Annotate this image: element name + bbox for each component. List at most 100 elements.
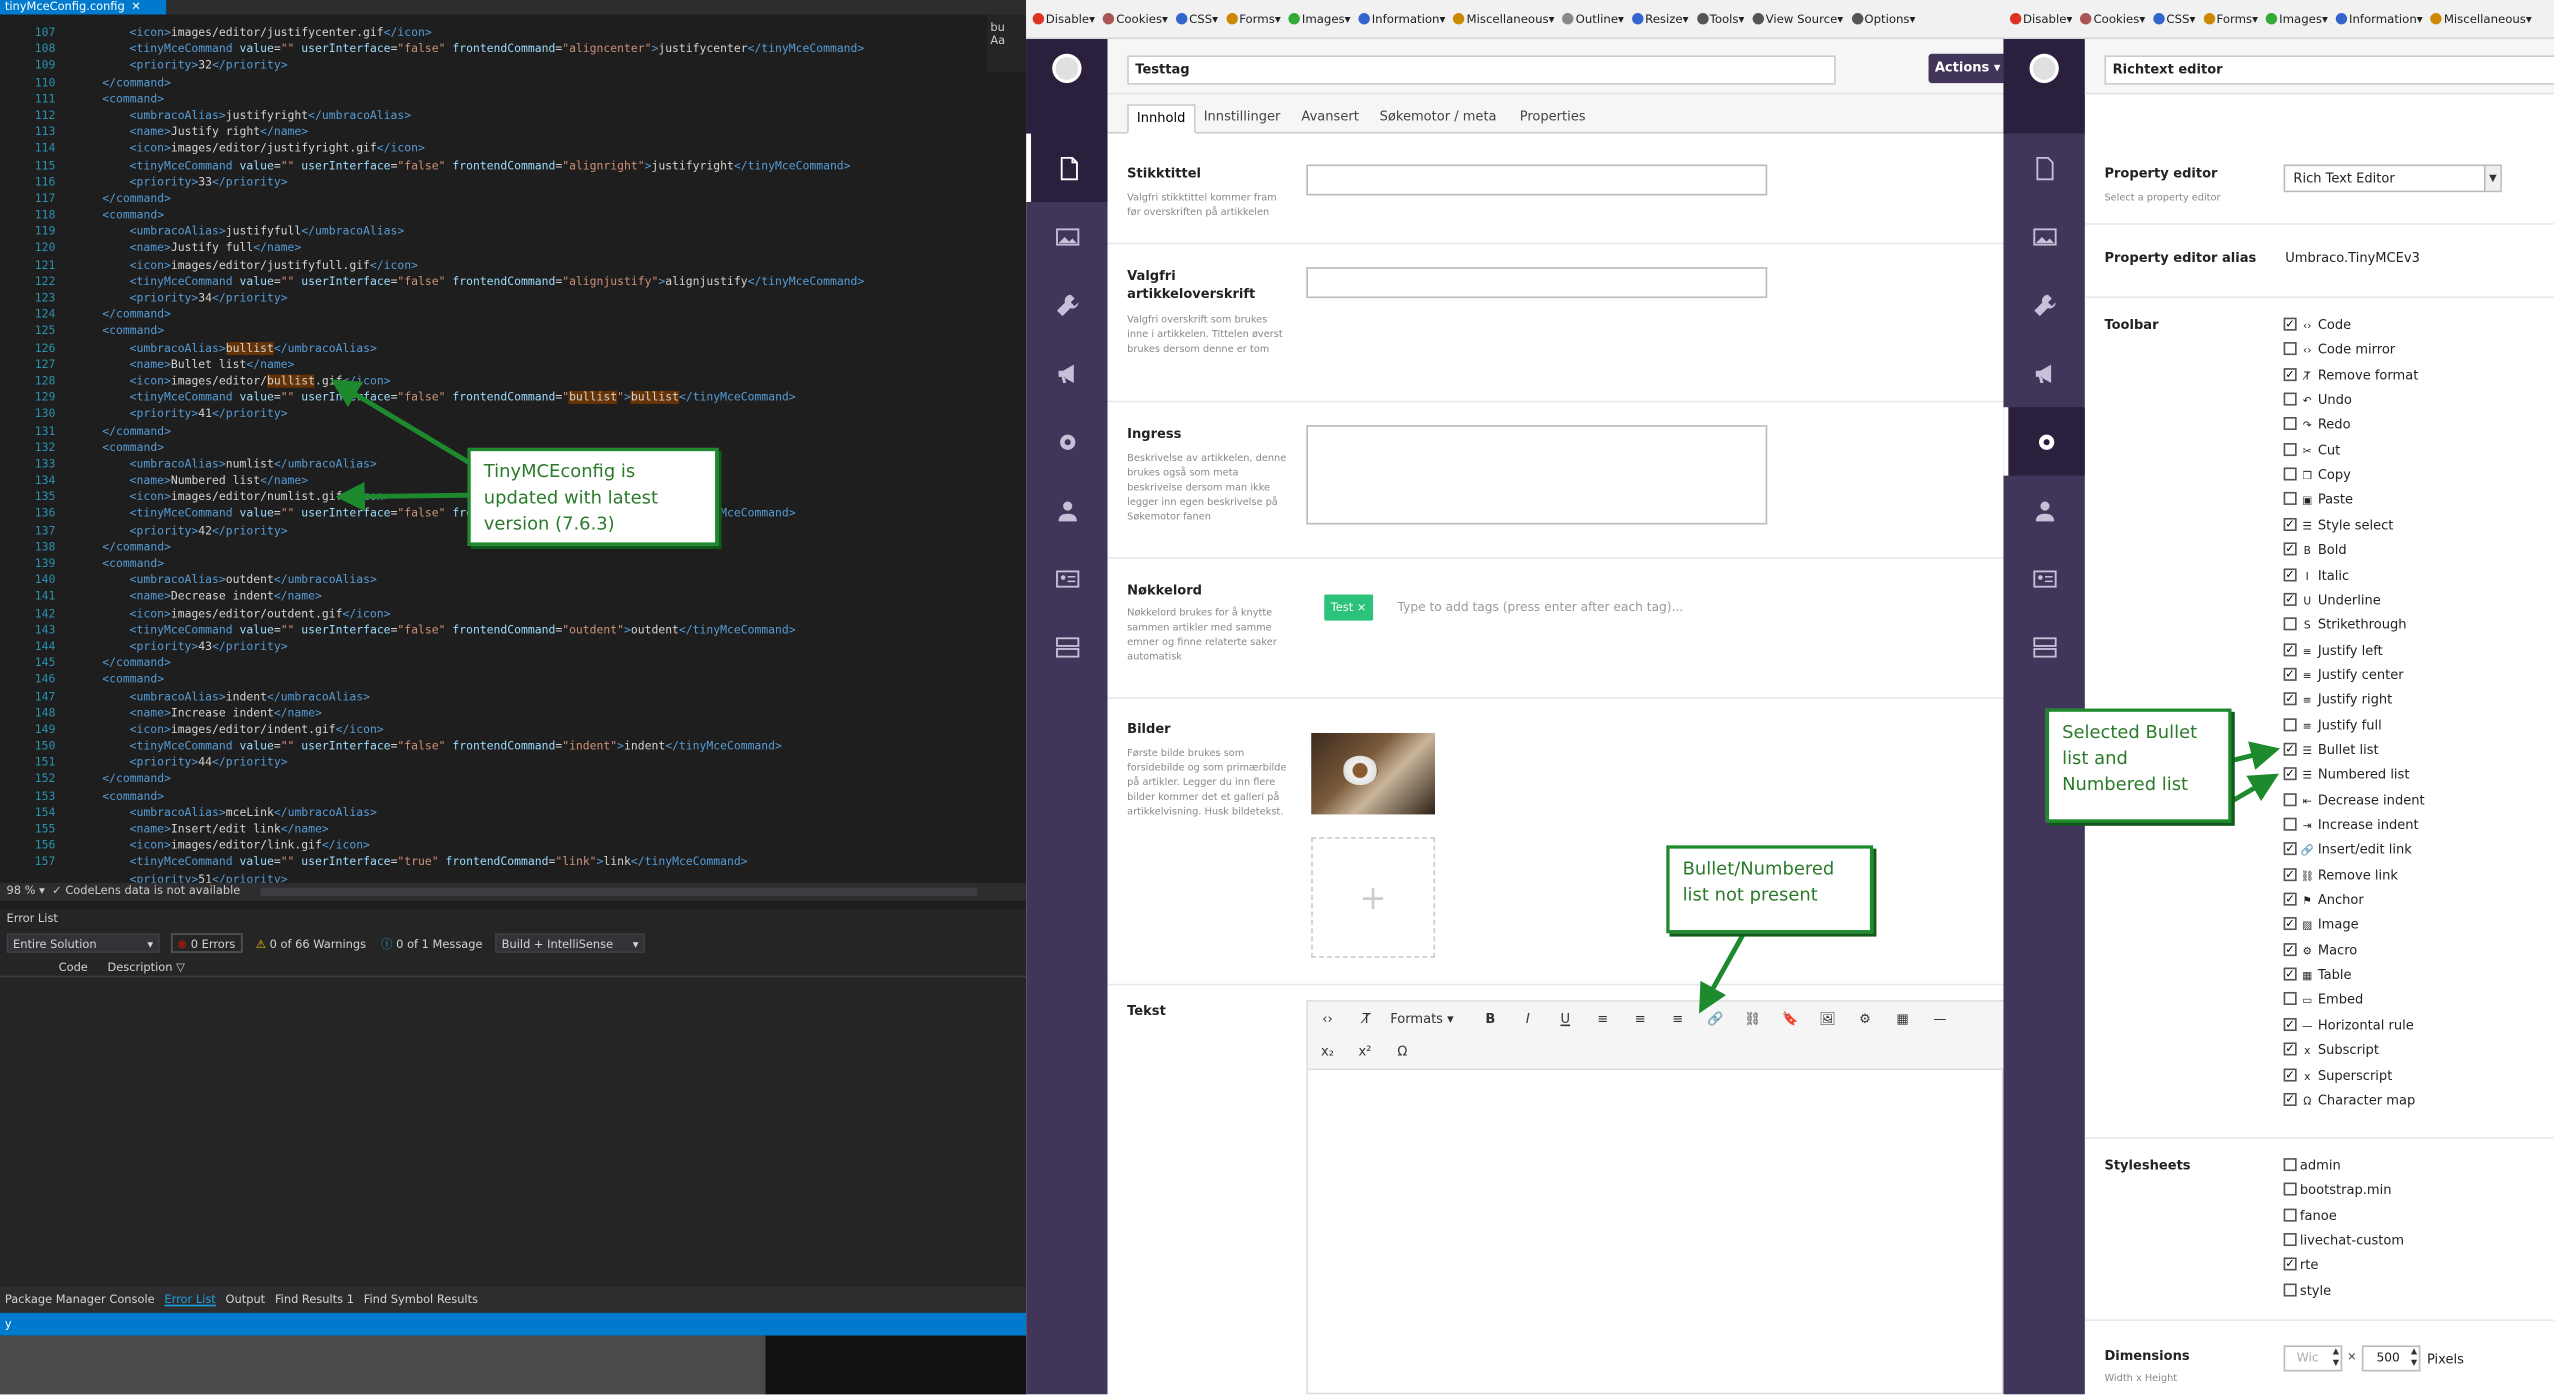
- checkbox-row-admin[interactable]: admin: [2283, 1156, 2341, 1176]
- tags-editor[interactable]: Test × Type to add tags (press enter aft…: [1306, 583, 2007, 632]
- checkbox[interactable]: [2283, 392, 2297, 406]
- code-line[interactable]: <icon>images/editor/indent.gif</icon>: [75, 721, 987, 738]
- checkbox-row-numbered-list[interactable]: ☰ Numbered list: [2283, 764, 2409, 786]
- toolbar-menu-disable[interactable]: Disable▾: [1032, 11, 1095, 26]
- code-line[interactable]: <umbracoAlias>justifyfull</umbracoAlias>: [75, 224, 987, 241]
- rte-align-right-icon[interactable]: ≡: [1665, 1008, 1691, 1031]
- checkbox[interactable]: [2283, 617, 2297, 631]
- stikktittel-input[interactable]: [1306, 164, 1768, 196]
- code-line[interactable]: <name>Insert/edit link</name>: [75, 821, 987, 838]
- checkbox[interactable]: [2283, 564, 2297, 584]
- forms-icon[interactable]: [2003, 612, 2084, 680]
- code-line[interactable]: <tinyMceCommand value="" userInterface="…: [75, 273, 987, 290]
- checkbox-row-italic[interactable]: I Italic: [2283, 564, 2349, 586]
- users-icon[interactable]: [2003, 476, 2084, 544]
- toolbar-menu-css[interactable]: CSS▾: [1176, 11, 1218, 26]
- build-filter-select[interactable]: Build + IntelliSense ▾: [495, 933, 646, 953]
- code-line[interactable]: <priority>32</priority>: [75, 58, 987, 75]
- checkbox-row-justify-full[interactable]: ≡ Justify full: [2283, 716, 2382, 736]
- tag-chip[interactable]: Test ×: [1324, 594, 1373, 621]
- toolbar-menu-options[interactable]: Options▾: [1851, 11, 1915, 26]
- checkbox-row-strikethrough[interactable]: S Strikethrough: [2283, 616, 2406, 636]
- checkbox[interactable]: [2283, 839, 2297, 859]
- rte-table-icon[interactable]: ▦: [1889, 1008, 1915, 1031]
- checkbox[interactable]: [2283, 539, 2297, 559]
- checkbox-row-superscript[interactable]: x Superscript: [2283, 1064, 2392, 1086]
- checkbox[interactable]: [2283, 442, 2297, 456]
- rte-italic-icon[interactable]: I: [1515, 1008, 1541, 1031]
- avatar[interactable]: [2029, 53, 2059, 84]
- code-line[interactable]: <tinyMceCommand value="" userInterface="…: [75, 854, 987, 871]
- checkbox-row-style-select[interactable]: ☰ Style select: [2283, 514, 2393, 536]
- add-image-button[interactable]: +: [1311, 837, 1435, 958]
- checkbox-row-underline[interactable]: U Underline: [2283, 589, 2381, 611]
- code-line[interactable]: <command>: [75, 788, 987, 805]
- code-line[interactable]: </command>: [75, 771, 987, 788]
- messages-filter-button[interactable]: ⓘ 0 of 1 Message: [375, 933, 489, 953]
- code-line[interactable]: <priority>34</priority>: [75, 290, 987, 307]
- tab-sokemotor-meta[interactable]: Søkemotor / meta: [1371, 104, 1504, 133]
- forms-icon[interactable]: [1026, 612, 1107, 680]
- toolbar-menu-resize[interactable]: Resize▾: [1632, 11, 1688, 26]
- code-line[interactable]: <name>Decrease indent</name>: [75, 589, 987, 606]
- checkbox-row-copy[interactable]: ❐ Copy: [2283, 466, 2351, 486]
- checkbox-row-justify-center[interactable]: ≡ Justify center: [2283, 664, 2404, 686]
- rte-superscript-icon[interactable]: x²: [1352, 1041, 1378, 1064]
- overskrift-input[interactable]: [1306, 267, 1768, 299]
- rte-bold-icon[interactable]: B: [1477, 1008, 1503, 1031]
- checkbox[interactable]: [2283, 1208, 2297, 1222]
- code-line[interactable]: <umbracoAlias>indent</umbracoAlias>: [75, 688, 987, 705]
- code-line[interactable]: <priority>33</priority>: [75, 174, 987, 191]
- ingress-textarea[interactable]: [1306, 425, 1768, 525]
- rte-align-left-icon[interactable]: ≡: [1590, 1008, 1616, 1031]
- code-line[interactable]: <icon>images/editor/justifyright.gif</ic…: [75, 141, 987, 158]
- checkbox-row-fanoe[interactable]: fanoe: [2283, 1206, 2337, 1226]
- code-line[interactable]: <umbracoAlias>justifyright</umbracoAlias…: [75, 107, 987, 124]
- checkbox[interactable]: [2283, 1014, 2297, 1034]
- rte-horizontal-rule-icon[interactable]: —: [1927, 1008, 1953, 1031]
- checkbox-row-paste[interactable]: ▣ Paste: [2283, 491, 2353, 511]
- checkbox[interactable]: [2283, 739, 2297, 759]
- close-icon[interactable]: ✕: [131, 0, 141, 13]
- code-line[interactable]: <icon>images/editor/justifycenter.gif</i…: [75, 24, 987, 41]
- rte-character-map-icon[interactable]: Ω: [1389, 1041, 1415, 1064]
- toolbar-menu-forms[interactable]: Forms▾: [1226, 11, 1281, 26]
- checkbox[interactable]: [2283, 314, 2297, 334]
- stepper-icon[interactable]: ▲ ▼: [2411, 1347, 2417, 1370]
- checkbox[interactable]: [2283, 1158, 2297, 1172]
- checkbox[interactable]: [2283, 514, 2297, 534]
- code-line[interactable]: <command>: [75, 555, 987, 572]
- rte-align-center-icon[interactable]: ≡: [1627, 1008, 1653, 1031]
- code-line[interactable]: <umbracoAlias>outdent</umbracoAlias>: [75, 572, 987, 589]
- media-section-icon[interactable]: [1026, 202, 1107, 270]
- checkbox-row-style[interactable]: style: [2283, 1281, 2331, 1301]
- code-line[interactable]: <priority>44</priority>: [75, 755, 987, 772]
- toolbar-menu-tools[interactable]: Tools▾: [1696, 11, 1744, 26]
- checkbox-row-justify-right[interactable]: ≡ Justify right: [2283, 689, 2392, 711]
- checkbox[interactable]: [2283, 1183, 2297, 1197]
- checkbox-row-bootstrap-min[interactable]: bootstrap.min: [2283, 1181, 2391, 1201]
- actions-button[interactable]: Actions ▾: [1928, 53, 2007, 84]
- code-line[interactable]: </command>: [75, 423, 987, 440]
- checkbox-row-remove-link[interactable]: ⛓Remove link: [2283, 864, 2398, 886]
- rich-text-editor[interactable]: Formats ▾ ‹› T̸ B I U ≡ ≡ ≡ 🔗 ⛓ 🔖 🖼 ⚙ ▦ — x₂ x² Ω: [1306, 1000, 2006, 1395]
- column-description[interactable]: Description ▽: [108, 958, 185, 978]
- code-line[interactable]: </command>: [75, 307, 987, 324]
- rte-link-icon[interactable]: 🔗: [1702, 1008, 1728, 1031]
- checkbox-row-increase-indent[interactable]: ⇥ Increase indent: [2283, 816, 2419, 836]
- checkbox[interactable]: [2283, 589, 2297, 609]
- code-line[interactable]: </command>: [75, 190, 987, 207]
- toolbar-menu-css[interactable]: CSS▾: [2153, 11, 2195, 26]
- checkbox[interactable]: [2283, 689, 2297, 709]
- marketing-megaphone-icon[interactable]: [2003, 339, 2084, 407]
- code-line[interactable]: <command>: [75, 672, 987, 689]
- tag-remove-icon[interactable]: ×: [1357, 601, 1367, 614]
- tab-innhold[interactable]: Innhold: [1127, 104, 1196, 134]
- checkbox-row-character-map[interactable]: Ω Character map: [2283, 1089, 2415, 1111]
- code-line[interactable]: <command>: [75, 91, 987, 108]
- rte-unlink-icon[interactable]: ⛓: [1740, 1008, 1766, 1031]
- code-line[interactable]: <name>Increase indent</name>: [75, 705, 987, 722]
- settings-wrench-icon[interactable]: [1026, 270, 1107, 338]
- rte-code-icon[interactable]: ‹›: [1314, 1008, 1340, 1031]
- checkbox[interactable]: [2283, 467, 2297, 481]
